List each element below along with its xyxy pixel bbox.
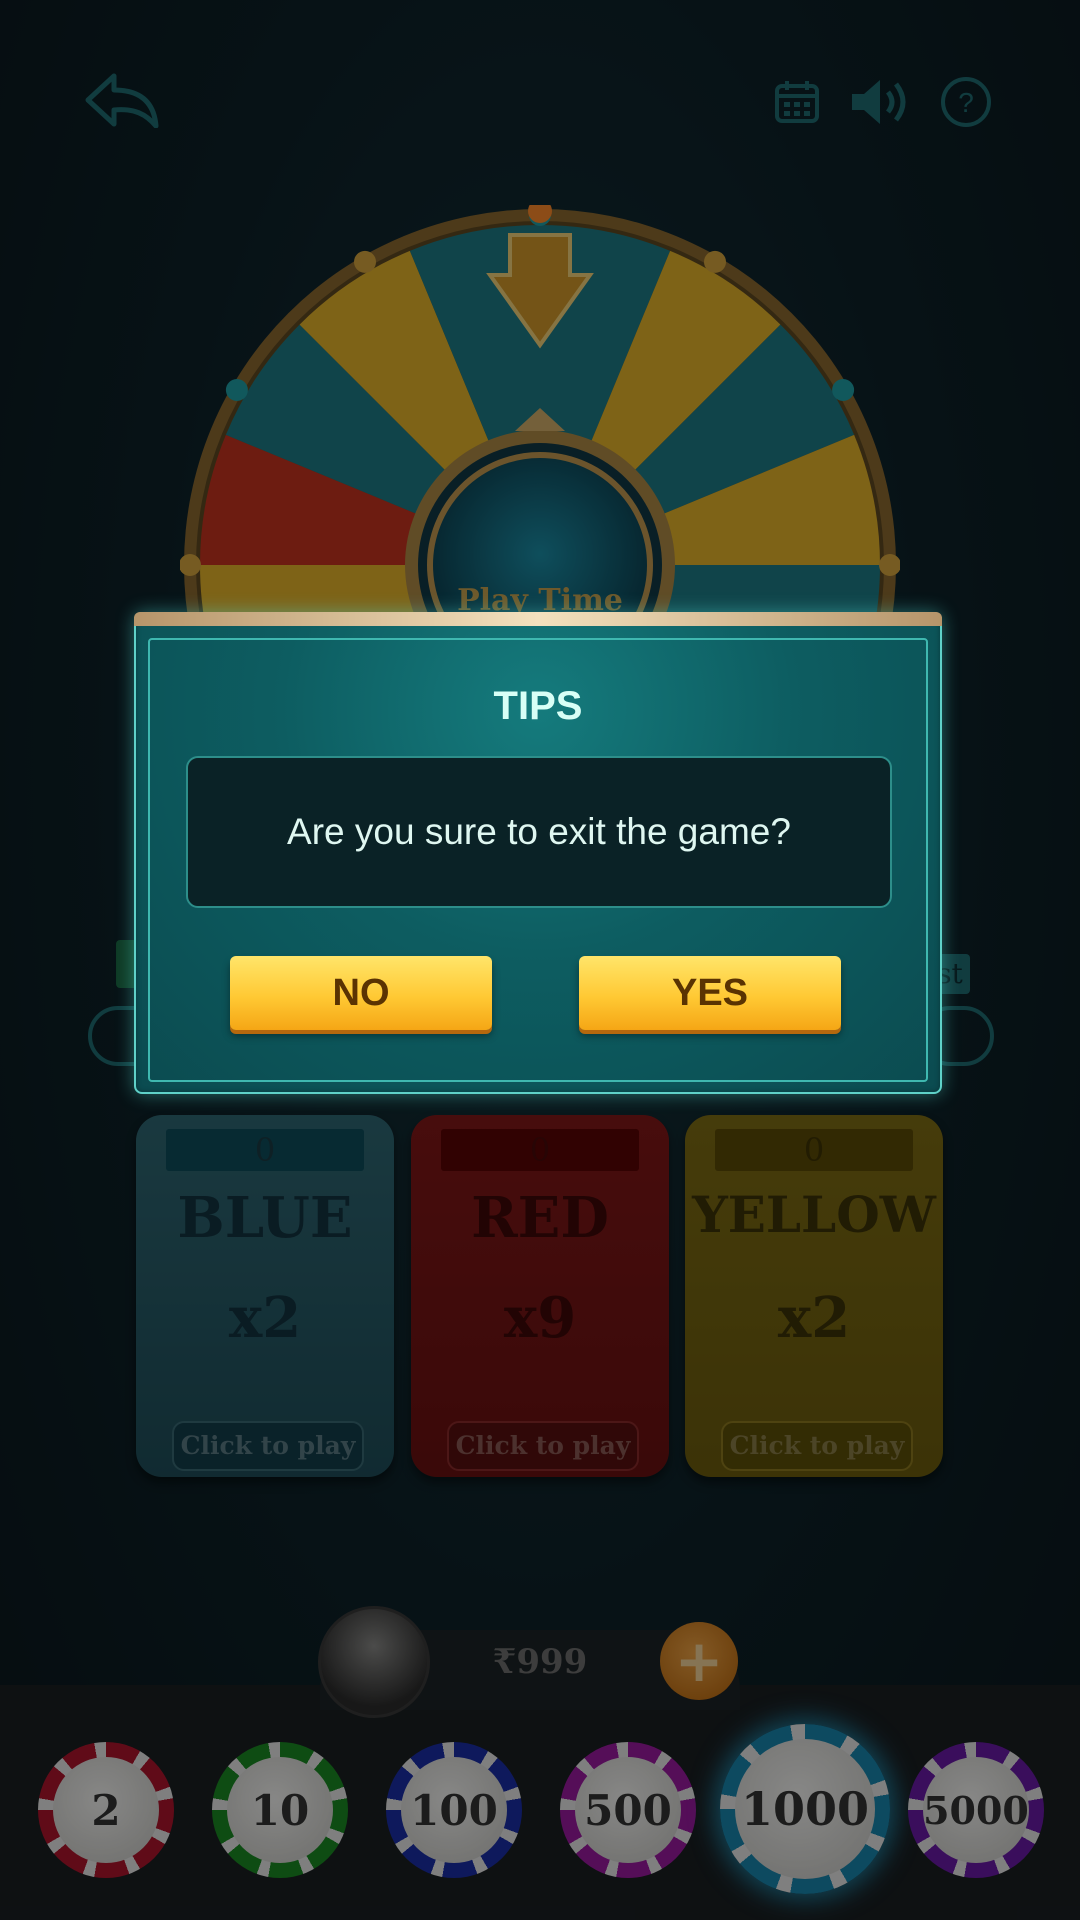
dialog-message: Are you sure to exit the game? bbox=[287, 811, 791, 852]
dialog-title: TIPS bbox=[493, 684, 583, 728]
dialog-message-box: Are you sure to exit the game? bbox=[186, 756, 892, 908]
dialog-top-border bbox=[134, 612, 942, 626]
yes-button[interactable]: YES bbox=[579, 956, 841, 1030]
exit-confirm-dialog: TIPS Are you sure to exit the game? NO Y… bbox=[134, 612, 942, 1094]
no-button[interactable]: NO bbox=[230, 956, 492, 1030]
